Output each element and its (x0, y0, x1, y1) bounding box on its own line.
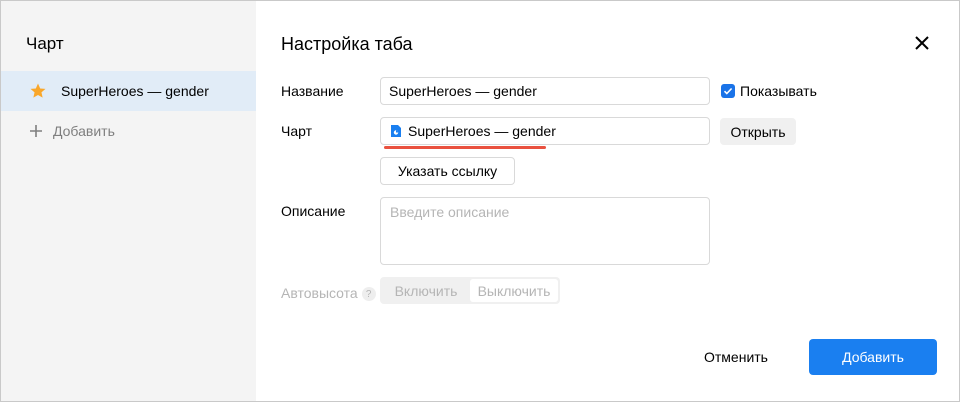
sidebar-item-superheroes-gender[interactable]: SuperHeroes — gender (1, 71, 256, 111)
description-textarea[interactable]: Введите описание (380, 197, 710, 265)
file-icon (390, 124, 402, 138)
chart-label: Чарт (281, 123, 313, 139)
cancel-button[interactable]: Отменить (690, 339, 782, 375)
plus-icon (29, 124, 43, 138)
highlight-underline (384, 146, 546, 149)
add-tab-label: Добавить (53, 123, 115, 139)
description-placeholder: Введите описание (390, 204, 510, 220)
tab-settings-dialog: Чарт SuperHeroes — gender Добавить Настр… (0, 0, 960, 402)
specify-link-button[interactable]: Указать ссылку (380, 157, 515, 185)
add-tab-button[interactable]: Добавить (29, 121, 115, 141)
help-icon[interactable]: ? (361, 287, 376, 302)
description-label: Описание (281, 203, 346, 219)
sidebar-item-label: SuperHeroes — gender (61, 83, 209, 99)
autoheight-on-option[interactable]: Включить (382, 279, 470, 302)
sidebar: Чарт SuperHeroes — gender Добавить (1, 1, 256, 401)
chart-select-field[interactable]: SuperHeroes — gender (380, 117, 710, 145)
autoheight-label-row: Автовысота? (281, 285, 376, 302)
autoheight-label: Автовысота (281, 285, 358, 301)
autoheight-toggle: Включить Выключить (380, 277, 560, 304)
star-icon (29, 82, 47, 100)
autoheight-off-option[interactable]: Выключить (470, 279, 558, 302)
name-input[interactable]: SuperHeroes — gender (380, 77, 710, 105)
show-checkbox[interactable]: Показывать (721, 83, 817, 99)
checkmark-icon (721, 84, 735, 98)
chart-select-value: SuperHeroes — gender (408, 123, 556, 139)
show-checkbox-label: Показывать (740, 83, 817, 99)
open-chart-button[interactable]: Открыть (720, 118, 796, 145)
name-input-value: SuperHeroes — gender (389, 83, 537, 99)
close-icon[interactable] (913, 34, 931, 52)
dialog-title: Настройка таба (281, 34, 413, 54)
sidebar-title: Чарт (26, 34, 64, 53)
add-button[interactable]: Добавить (809, 339, 937, 375)
name-label: Название (281, 83, 344, 99)
